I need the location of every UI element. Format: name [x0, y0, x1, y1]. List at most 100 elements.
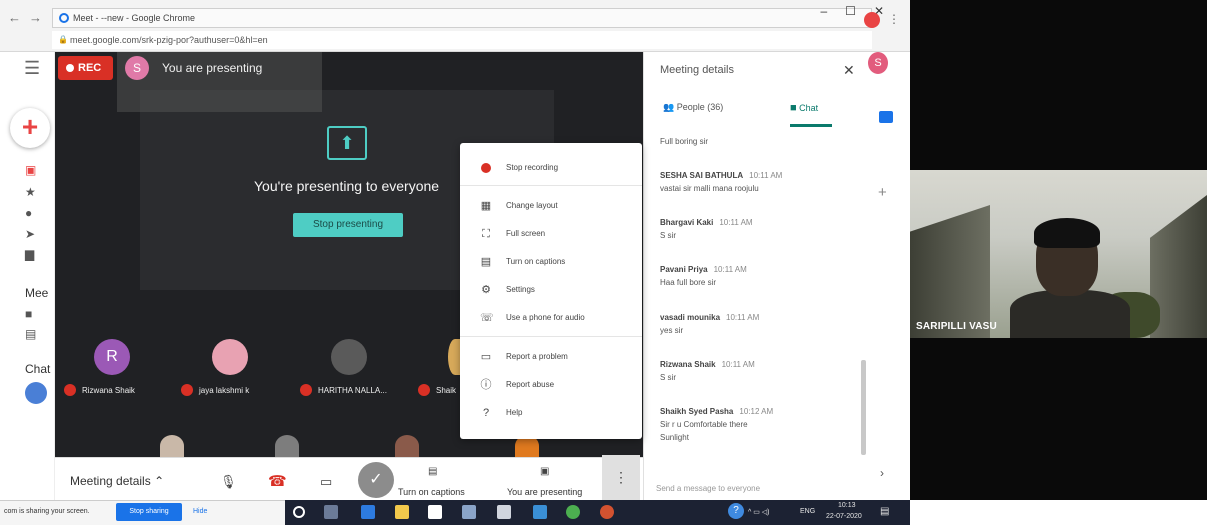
chevron-up-icon[interactable]: ⌃ — [154, 474, 164, 488]
task-view-icon[interactable] — [324, 505, 338, 519]
tray-icons[interactable]: ^ ▭ ◁) — [748, 508, 770, 516]
chat-message-text: yes sir — [660, 326, 684, 335]
menu-item-phone-audio[interactable]: ☏ Use a phone for audio — [460, 306, 642, 330]
captions-icon[interactable]: ▤ — [428, 466, 437, 477]
explorer-icon[interactable] — [395, 505, 409, 519]
back-forward-icon[interactable]: ←→ — [8, 10, 50, 25]
participant-avatar — [212, 339, 248, 375]
chat-sender-name: Shaikh Syed Pasha — [660, 407, 734, 416]
app-icon[interactable] — [462, 505, 476, 519]
meeting-details-label[interactable]: Meeting details — [70, 474, 151, 488]
menu-item-label[interactable]: Turn on captions — [506, 257, 565, 266]
close-panel-icon[interactable]: ✕ — [843, 62, 855, 79]
chrome-icon[interactable] — [566, 505, 580, 519]
powerpoint-icon[interactable] — [600, 505, 614, 519]
check-icon[interactable]: ✓ — [358, 462, 394, 498]
more-options-icon[interactable]: ⋮ — [602, 455, 640, 500]
hang-up-icon[interactable]: ☎ — [268, 472, 287, 490]
muted-mic-icon — [300, 384, 312, 396]
chat-sender-name: SESHA SAI BATHULA — [660, 171, 744, 180]
hamburger-menu-icon[interactable]: ☰ — [24, 58, 40, 79]
tab-chat[interactable]: ■ Chat — [790, 102, 818, 114]
muted-mic-icon — [181, 384, 193, 396]
add-addon-icon[interactable]: + — [878, 184, 887, 201]
minimize-button[interactable]: – — [820, 4, 845, 18]
menu-item-report-abuse[interactable]: ⓘ Report abuse — [460, 373, 642, 397]
more-options-menu: Stop recording ▦ Change layout ⛶ Full sc… — [460, 143, 642, 439]
stop-sharing-button[interactable]: Stop sharing — [116, 503, 182, 521]
tab-people-label[interactable]: People (36) — [677, 102, 724, 112]
chevron-right-icon[interactable]: › — [880, 466, 884, 480]
presenting-button[interactable]: You are presenting — [507, 487, 582, 497]
menu-item-full-screen[interactable]: ⛶ Full screen — [460, 222, 642, 246]
url-text[interactable]: meet.google.com/srk-pzig-por?authuser=0&… — [70, 35, 268, 45]
search-icon[interactable] — [293, 506, 305, 518]
menu-item-label[interactable]: Help — [506, 408, 522, 417]
video-icon[interactable]: ■ — [25, 308, 39, 320]
edge-icon[interactable] — [361, 505, 375, 519]
menu-item-label[interactable]: Change layout — [506, 201, 558, 210]
presenter-avatar: S — [125, 56, 149, 80]
menu-item-help[interactable]: ? Help — [460, 401, 642, 425]
sidebar-meet-label: Mee — [25, 286, 49, 300]
chat-time: 10:11 AM — [713, 265, 747, 274]
user-avatar[interactable] — [25, 382, 47, 404]
notification-icon[interactable]: ▤ — [880, 506, 889, 517]
chat-sender: Pavani Priya 10:11 AM — [660, 265, 747, 274]
language-indicator[interactable]: ENG — [800, 508, 815, 515]
chat-sender: vasadi mounika 10:11 AM — [660, 313, 759, 322]
feedback-icon: ▭ — [480, 351, 492, 363]
menu-item-settings[interactable]: ⚙ Settings — [460, 278, 642, 302]
menu-item-label[interactable]: Settings — [506, 285, 535, 294]
menu-item-label[interactable]: Use a phone for audio — [506, 313, 585, 322]
menu-item-label[interactable]: Full screen — [506, 229, 545, 238]
star-icon[interactable]: ★ — [25, 186, 39, 198]
warning-icon: ⓘ — [480, 379, 492, 391]
store-icon[interactable] — [428, 505, 442, 519]
help-icon[interactable]: ? — [728, 503, 744, 519]
webcam-person — [1034, 218, 1100, 248]
camera-icon[interactable]: ▭ — [320, 474, 332, 490]
microphone-icon[interactable]: 🎙 — [220, 474, 237, 490]
compose-plus-icon[interactable]: + — [10, 108, 50, 148]
clock-icon[interactable]: ● — [25, 207, 39, 219]
menu-item-captions[interactable]: ▤ Turn on captions — [460, 250, 642, 274]
chrome-menu-icon[interactable]: ⋮ — [888, 12, 900, 26]
address-bar[interactable]: 🔒 meet.google.com/srk-pzig-por?authuser=… — [52, 31, 872, 49]
chat-message-input[interactable]: Send a message to everyone — [656, 484, 760, 493]
chat-message-text: Sir r u Comfortable there — [660, 420, 748, 429]
tab-chat-label[interactable]: Chat — [799, 103, 818, 113]
app-icon[interactable] — [497, 505, 511, 519]
chat-message-text: Haa full bore sir — [660, 278, 717, 287]
calendar-icon[interactable] — [879, 111, 893, 123]
send-icon[interactable]: ➤ — [25, 228, 39, 240]
keyboard-icon[interactable]: ▤ — [25, 328, 39, 340]
profile-badge-icon[interactable] — [864, 12, 880, 28]
inbox-icon[interactable]: ▣ — [25, 164, 39, 176]
menu-item-change-layout[interactable]: ▦ Change layout — [460, 194, 642, 218]
screen: ←→ Meet - --new - Google Chrome –☐✕ 🔒 me… — [0, 0, 1207, 525]
stop-presenting-button[interactable]: Stop presenting — [293, 213, 403, 237]
webcam-person — [1010, 290, 1130, 338]
captions-button[interactable]: Turn on captions — [398, 487, 465, 497]
clock-date[interactable]: 22-07-2020 — [826, 513, 862, 520]
menu-item-label[interactable]: Report abuse — [506, 380, 554, 389]
tab-people[interactable]: 👥 People (36) — [663, 102, 723, 113]
chat-message-text: Sunlight — [660, 433, 689, 442]
mail-icon[interactable] — [533, 505, 547, 519]
hide-link[interactable]: Hide — [193, 508, 207, 515]
present-icon[interactable]: ▣ — [540, 466, 549, 477]
chat-sender: Bhargavi Kaki 10:11 AM — [660, 218, 753, 227]
meeting-details-button[interactable]: Meeting details ⌃ — [70, 474, 164, 488]
menu-item-stop-recording[interactable]: Stop recording — [460, 156, 642, 180]
file-icon[interactable]: ▆ — [25, 248, 39, 260]
account-avatar[interactable]: S — [868, 52, 888, 74]
muted-mic-icon — [64, 384, 76, 396]
chat-sender: Shaikh Syed Pasha 10:12 AM — [660, 407, 773, 416]
clock-time[interactable]: 10:13 — [838, 502, 856, 509]
menu-item-label[interactable]: Report a problem — [506, 352, 568, 361]
menu-item-label[interactable]: Stop recording — [506, 163, 558, 172]
chat-scrollbar[interactable] — [861, 360, 866, 455]
webcam-name-label: SARIPILLI VASU — [916, 321, 997, 332]
menu-item-report-problem[interactable]: ▭ Report a problem — [460, 345, 642, 369]
